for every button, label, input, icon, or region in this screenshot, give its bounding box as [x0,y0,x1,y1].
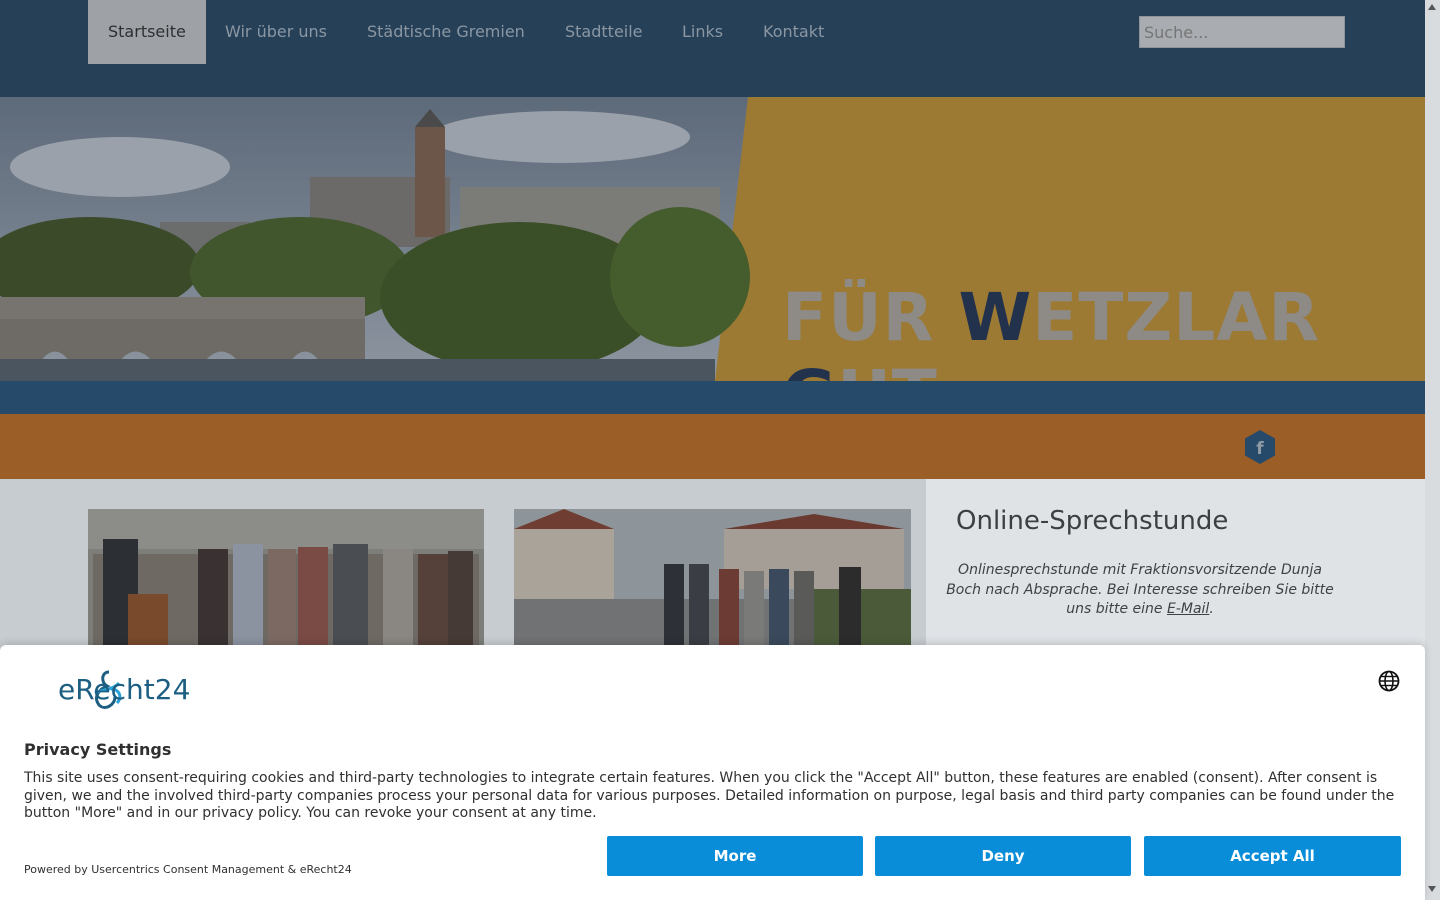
privacy-consent-banner: eRecht24 Privacy Settings This site uses… [0,645,1425,900]
scroll-down-arrow-icon[interactable] [1428,886,1436,892]
top-navigation: Startseite Wir über uns Städtische Gremi… [0,0,1425,97]
page-scrollbar[interactable] [1425,0,1440,900]
news-photo-street[interactable] [514,509,911,649]
hero-banner: FÜR WETZLAR GUT [0,97,1425,381]
email-link[interactable]: E-Mail [1167,601,1209,617]
nav-item-staedtische-gremien[interactable]: Städtische Gremien [347,0,545,64]
nav-item-startseite[interactable]: Startseite [88,0,206,64]
search-input[interactable] [1139,16,1345,48]
powered-by-text: Powered by Usercentrics Consent Manageme… [24,863,352,876]
consent-title: Privacy Settings [24,740,172,759]
more-button[interactable]: More [607,836,863,876]
hero-slogan: FÜR WETZLAR GUT [782,279,1321,381]
blue-divider-band [0,381,1425,414]
news-photo-council[interactable] [88,509,484,649]
deny-button[interactable]: Deny [875,836,1131,876]
nav-item-links[interactable]: Links [662,0,743,64]
scroll-up-arrow-icon[interactable] [1428,4,1436,10]
wetzlar-town-photo [0,97,750,381]
facebook-icon[interactable]: f [1242,429,1278,465]
nav-item-kontakt[interactable]: Kontakt [743,0,844,64]
svg-text:f: f [1256,439,1264,459]
brand-name: eRecht24 [58,673,191,706]
consent-description: This site uses consent-requiring cookies… [24,770,1395,821]
globe-icon[interactable] [1378,670,1400,692]
sidebar-title: Online-Sprechstunde [956,506,1229,536]
nav-item-wir-ueber-uns[interactable]: Wir über uns [205,0,347,64]
accept-all-button[interactable]: Accept All [1144,836,1401,876]
sidebar-text: Onlinesprechstunde mit Fraktionsvorsitze… [946,562,1334,617]
orange-social-band [0,414,1425,479]
nav-item-stadtteile[interactable]: Stadtteile [545,0,663,64]
